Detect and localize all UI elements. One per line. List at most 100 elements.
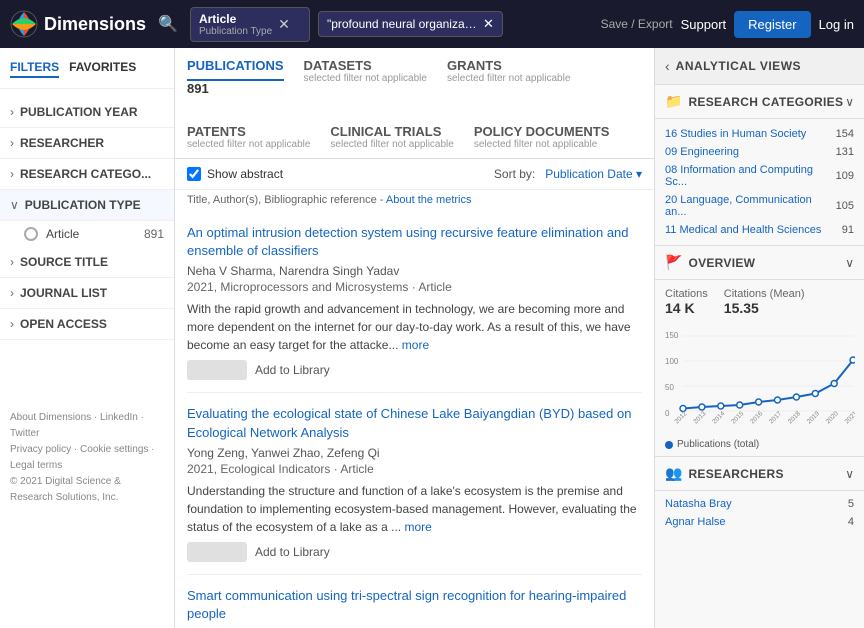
cat-link-4[interactable]: 11 Medical and Health Sciences — [665, 224, 842, 236]
tab-publications[interactable]: PUBLICATIONS 891 — [187, 58, 284, 104]
cat-link-1[interactable]: 09 Engineering — [665, 146, 836, 158]
pub-title-1[interactable]: An optimal intrusion detection system us… — [187, 224, 642, 260]
support-button[interactable]: Support — [681, 17, 727, 32]
researcher-link-1[interactable]: Agnar Halse — [665, 516, 848, 528]
sort-select-button[interactable]: Publication Date ▾ — [545, 167, 642, 181]
pub-item-3: Smart communication using tri-spectral s… — [187, 575, 642, 628]
svg-text:2015: 2015 — [730, 410, 745, 425]
add-library-button-1[interactable]: Add to Library — [255, 363, 330, 377]
cat-count-1: 131 — [836, 146, 854, 158]
researcher-link-0[interactable]: Natasha Bray — [665, 498, 848, 510]
content-area: PUBLICATIONS 891 DATASETS selected filte… — [175, 48, 654, 628]
search-tag-text[interactable]: "profound neural organization" ... ✕ — [318, 11, 503, 37]
pub-title-3[interactable]: Smart communication using tri-spectral s… — [187, 587, 642, 623]
filter-publication-year[interactable]: › PUBLICATION YEAR — [0, 97, 174, 128]
tab-policy-documents[interactable]: POLICY DOCUMENTS selected filter not app… — [474, 124, 610, 158]
add-library-button-2[interactable]: Add to Library — [255, 545, 330, 559]
pub-authors-2: Yong Zeng, Yanwei Zhao, Zefeng Qi — [187, 446, 642, 460]
filter-source-title[interactable]: › SOURCE TITLE — [0, 247, 174, 278]
save-export-button[interactable]: Save / Export — [601, 17, 673, 31]
search-button[interactable]: 🔍 — [154, 10, 182, 38]
pub-type-count: 891 — [144, 227, 164, 241]
cat-link-3[interactable]: 20 Language, Communication an... — [665, 194, 836, 218]
cat-item-2: 08 Information and Computing Sc... 109 — [663, 161, 856, 191]
lib-placeholder-2 — [187, 542, 247, 562]
filter-research-catego[interactable]: › RESEARCH CATEGO... — [0, 159, 174, 190]
svg-text:2018: 2018 — [787, 410, 802, 425]
research-categories-header[interactable]: 📁 RESEARCH CATEGORIES ∨ — [655, 85, 864, 119]
svg-text:2012: 2012 — [673, 410, 688, 425]
show-abstract-checkbox[interactable]: Show abstract — [187, 167, 283, 181]
chevron-right-icon: › — [10, 286, 14, 300]
pub-type-label: Article — [46, 227, 136, 241]
legal-terms-link[interactable]: Legal terms — [10, 460, 62, 471]
filter-label-researcher: RESEARCHER — [20, 136, 164, 150]
overview-header[interactable]: 🚩 OVERVIEW ∨ — [655, 246, 864, 280]
sidebar-tab-filters[interactable]: FILTERS — [10, 60, 59, 78]
twitter-link[interactable]: Twitter — [10, 428, 39, 439]
filter-publication-type[interactable]: ∨ PUBLICATION TYPE — [0, 190, 174, 221]
svg-text:2014: 2014 — [711, 410, 726, 425]
citations-value: 14 K — [665, 300, 708, 316]
research-categories-list: 16 Studies in Human Society 154 09 Engin… — [655, 119, 864, 245]
meta-line: Title, Author(s), Bibliographic referenc… — [175, 190, 654, 212]
researchers-icon: 👥 — [665, 465, 682, 482]
login-button[interactable]: Log in — [819, 17, 854, 32]
cat-link-2[interactable]: 08 Information and Computing Sc... — [665, 164, 836, 188]
register-button[interactable]: Register — [734, 11, 810, 38]
filter-label-open-access: OPEN ACCESS — [20, 317, 164, 331]
pub-more-link-1[interactable]: more — [402, 338, 429, 352]
svg-text:2013: 2013 — [692, 410, 707, 425]
cat-count-2: 109 — [836, 170, 854, 182]
legend-label: Publications (total) — [677, 439, 759, 450]
tab-datasets-name: DATASETS — [304, 58, 427, 73]
tab-patents[interactable]: PATENTS selected filter not applicable — [187, 124, 310, 158]
show-abstract-input[interactable] — [187, 167, 201, 181]
researcher-list: Natasha Bray 5 Agnar Halse 4 — [655, 491, 864, 535]
chevron-right-icon: › — [10, 255, 14, 269]
logo: Dimensions — [10, 10, 146, 38]
tab-datasets[interactable]: DATASETS selected filter not applicable — [304, 58, 427, 92]
researcher-item-1: Agnar Halse 4 — [663, 513, 856, 531]
researchers-header[interactable]: 👥 RESEARCHERS ∨ — [655, 457, 864, 491]
tag2-text: "profound neural organization" ... — [327, 17, 477, 31]
svg-text:2021: 2021 — [844, 410, 855, 425]
filter-open-access[interactable]: › OPEN ACCESS — [0, 309, 174, 340]
cookie-settings-link[interactable]: Cookie settings — [80, 444, 148, 455]
sort-label: Sort by: — [494, 167, 535, 181]
tab-patents-name: PATENTS — [187, 124, 310, 139]
tab-clinical-trials-note: selected filter not applicable — [330, 139, 453, 150]
filter-researcher[interactable]: › RESEARCHER — [0, 128, 174, 159]
svg-text:150: 150 — [665, 331, 679, 340]
pub-item-1: An optimal intrusion detection system us… — [187, 212, 642, 393]
about-dimensions-link[interactable]: About Dimensions — [10, 412, 91, 423]
tag2-close-icon[interactable]: ✕ — [483, 16, 494, 32]
pub-meta-2: 2021, Ecological Indicators · Article — [187, 462, 642, 476]
tab-grants[interactable]: GRANTS selected filter not applicable — [447, 58, 570, 92]
linkedin-link[interactable]: LinkedIn — [100, 412, 138, 423]
tag1-close-icon[interactable]: ✕ — [278, 16, 290, 33]
tab-policy-documents-name: POLICY DOCUMENTS — [474, 124, 610, 139]
overview-stats: Citations 14 K Citations (Mean) 15.35 — [655, 280, 864, 324]
sidebar-tab-favorites[interactable]: FAVORITES — [69, 60, 136, 78]
researcher-count-1: 4 — [848, 516, 854, 528]
publication-type-article[interactable]: Article 891 — [0, 221, 174, 247]
filter-label-pub-year: PUBLICATION YEAR — [20, 105, 164, 119]
cat-link-0[interactable]: 16 Studies in Human Society — [665, 128, 836, 140]
tab-clinical-trials[interactable]: CLINICAL TRIALS selected filter not appl… — [330, 124, 453, 158]
analytical-views-header[interactable]: ‹ ANALYTICAL VIEWS — [655, 48, 864, 85]
pub-more-link-2[interactable]: more — [404, 520, 431, 534]
content-controls: Show abstract Sort by: Publication Date … — [175, 159, 654, 190]
svg-text:2016: 2016 — [749, 410, 764, 425]
analytical-title: ANALYTICAL VIEWS — [676, 59, 854, 73]
tag1-title: Article — [199, 12, 272, 26]
citations-mean-value: 15.35 — [724, 300, 805, 316]
filter-journal-list[interactable]: › JOURNAL LIST — [0, 278, 174, 309]
pub-title-2[interactable]: Evaluating the ecological state of Chine… — [187, 405, 642, 441]
cat-count-4: 91 — [842, 224, 854, 236]
flag-icon: 🚩 — [665, 254, 682, 271]
search-tag-article[interactable]: Article Publication Type ✕ — [190, 7, 310, 42]
filter-label-pub-type: PUBLICATION TYPE — [25, 198, 164, 212]
privacy-policy-link[interactable]: Privacy policy — [10, 444, 71, 455]
about-metrics-link[interactable]: About the metrics — [386, 194, 472, 206]
